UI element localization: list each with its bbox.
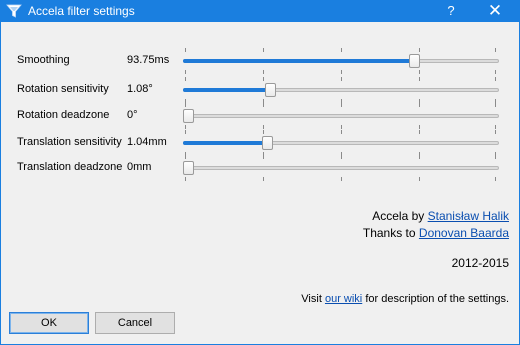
thanks-prefix: Thanks to bbox=[362, 226, 416, 240]
translation-sensitivity-slider[interactable] bbox=[183, 130, 499, 156]
slider-tick bbox=[495, 130, 496, 134]
slider-tick bbox=[419, 130, 420, 134]
slider-tick bbox=[185, 155, 186, 159]
slider-tick bbox=[341, 103, 342, 107]
slider-tick bbox=[263, 103, 264, 107]
author-line: Accela by Stanisław Halik bbox=[363, 208, 509, 225]
slider-tick bbox=[341, 130, 342, 134]
slider-tick bbox=[263, 48, 264, 52]
slider-tick bbox=[185, 125, 186, 129]
setting-label: Translation sensitivity bbox=[17, 136, 122, 148]
slider-tick bbox=[185, 103, 186, 107]
slider-tick bbox=[419, 70, 420, 74]
slider-tick bbox=[263, 130, 264, 134]
slider-fill bbox=[183, 141, 264, 145]
slider-fill bbox=[183, 59, 411, 63]
visit-suffix: for description of the settings. bbox=[365, 293, 509, 305]
slider-groove[interactable] bbox=[183, 166, 499, 170]
slider-tick bbox=[419, 125, 420, 129]
slider-tick bbox=[185, 77, 186, 81]
slider-tick bbox=[341, 155, 342, 159]
smoothing-slider[interactable] bbox=[183, 48, 499, 74]
slider-tick bbox=[185, 130, 186, 134]
setting-value: 93.75ms bbox=[127, 54, 170, 66]
slider-tick bbox=[419, 155, 420, 159]
rotation-deadzone-slider[interactable] bbox=[183, 103, 499, 129]
setting-row-rotation-deadzone: Rotation deadzone 0° bbox=[1, 103, 519, 129]
dialog-content: Smoothing 93.75ms Rotation sensitivity 1… bbox=[1, 22, 519, 344]
slider-tick bbox=[419, 77, 420, 81]
slider-tick bbox=[341, 125, 342, 129]
slider-tick bbox=[263, 70, 264, 74]
wiki-note: Visit our wiki for description of the se… bbox=[301, 293, 509, 305]
slider-tick bbox=[341, 177, 342, 181]
setting-value: 0mm bbox=[127, 161, 152, 173]
close-button[interactable]: ✕ bbox=[478, 0, 512, 22]
setting-value: 1.08° bbox=[127, 83, 153, 95]
author-link[interactable]: Stanisław Halik bbox=[428, 209, 509, 223]
slider-handle[interactable] bbox=[183, 109, 194, 123]
slider-tick bbox=[495, 77, 496, 81]
title-bar[interactable]: Accela filter settings ? ✕ bbox=[0, 0, 520, 22]
thanks-link[interactable]: Donovan Baarda bbox=[419, 226, 509, 240]
cancel-button[interactable]: Cancel bbox=[95, 312, 175, 334]
slider-handle[interactable] bbox=[265, 83, 276, 97]
slider-tick bbox=[185, 177, 186, 181]
setting-label: Rotation sensitivity bbox=[17, 83, 109, 95]
rotation-sensitivity-slider[interactable] bbox=[183, 77, 499, 103]
wiki-link[interactable]: our wiki bbox=[325, 293, 362, 305]
setting-row-rotation-sensitivity: Rotation sensitivity 1.08° bbox=[1, 77, 519, 103]
setting-label: Smoothing bbox=[17, 54, 70, 66]
slider-tick bbox=[419, 48, 420, 52]
thanks-line: Thanks to Donovan Baarda bbox=[363, 225, 509, 242]
slider-handle[interactable] bbox=[409, 54, 420, 68]
help-button[interactable]: ? bbox=[436, 0, 466, 22]
slider-tick bbox=[495, 125, 496, 129]
dialog-window: Accela filter settings ? ✕ Smoothing 93.… bbox=[0, 0, 520, 345]
slider-tick bbox=[263, 125, 264, 129]
author-prefix: Accela by bbox=[372, 209, 425, 223]
slider-tick bbox=[341, 77, 342, 81]
credits: Accela by Stanisław Halik Thanks to Dono… bbox=[363, 208, 509, 242]
slider-groove[interactable] bbox=[183, 114, 499, 118]
slider-handle[interactable] bbox=[262, 136, 273, 150]
slider-handle[interactable] bbox=[183, 161, 194, 175]
copyright-years: 2012-2015 bbox=[451, 256, 509, 270]
slider-tick bbox=[341, 48, 342, 52]
setting-label: Rotation deadzone bbox=[17, 109, 110, 121]
slider-tick bbox=[263, 77, 264, 81]
setting-label: Translation deadzone bbox=[17, 161, 123, 173]
slider-tick bbox=[263, 177, 264, 181]
slider-tick bbox=[185, 70, 186, 74]
slider-tick bbox=[263, 155, 264, 159]
slider-tick bbox=[341, 70, 342, 74]
slider-fill bbox=[183, 88, 267, 92]
setting-row-translation-deadzone: Translation deadzone 0mm bbox=[1, 155, 519, 181]
slider-tick bbox=[495, 155, 496, 159]
ok-button[interactable]: OK bbox=[9, 312, 89, 334]
slider-tick bbox=[495, 48, 496, 52]
setting-value: 1.04mm bbox=[127, 136, 167, 148]
slider-tick bbox=[419, 103, 420, 107]
slider-tick bbox=[185, 48, 186, 52]
slider-tick bbox=[495, 70, 496, 74]
slider-tick bbox=[495, 103, 496, 107]
translation-deadzone-slider[interactable] bbox=[183, 155, 499, 181]
setting-row-smoothing: Smoothing 93.75ms bbox=[1, 48, 519, 74]
filter-funnel-icon bbox=[6, 3, 22, 19]
visit-prefix: Visit bbox=[301, 293, 322, 305]
setting-value: 0° bbox=[127, 109, 138, 121]
setting-row-translation-sensitivity: Translation sensitivity 1.04mm bbox=[1, 130, 519, 156]
slider-tick bbox=[419, 177, 420, 181]
window-title: Accela filter settings bbox=[28, 4, 135, 18]
slider-tick bbox=[495, 177, 496, 181]
